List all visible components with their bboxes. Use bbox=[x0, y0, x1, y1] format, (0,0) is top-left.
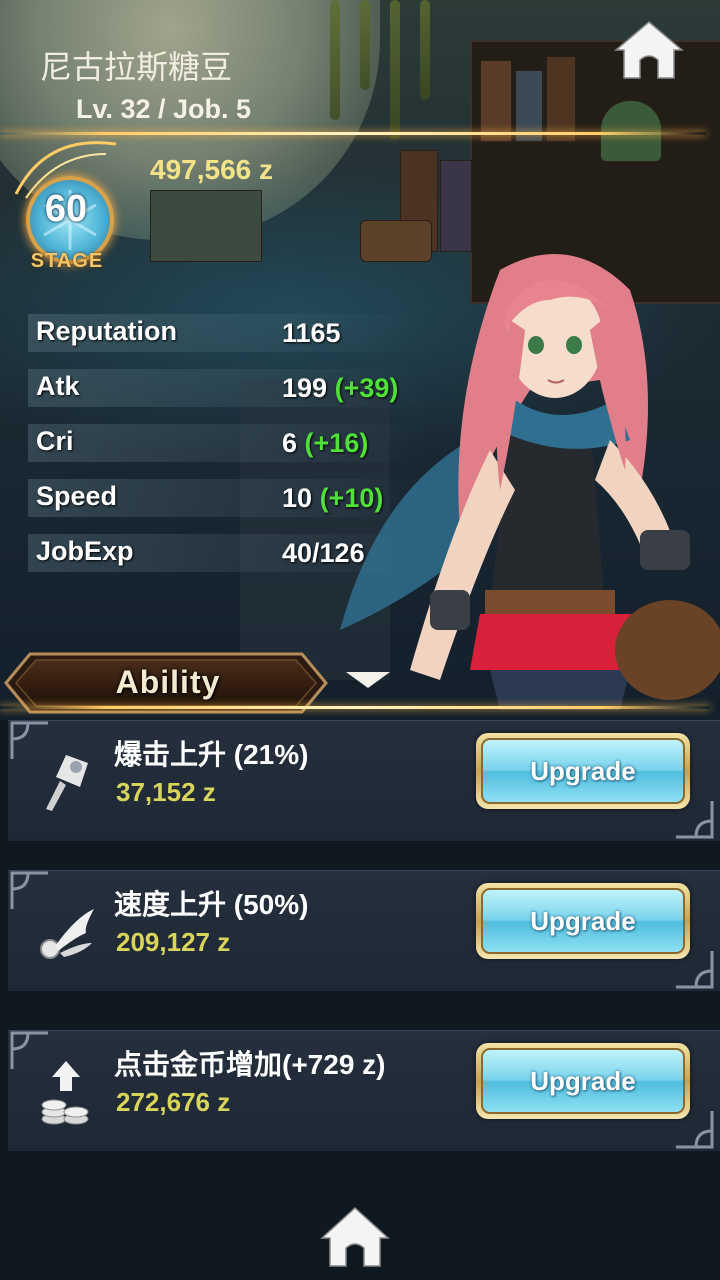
ability-card-coin: 点击金币增加(+729 z) 272,676 z Upgrade bbox=[8, 1030, 720, 1151]
stat-value: 6 bbox=[282, 428, 298, 458]
coin-stack-icon bbox=[41, 1061, 89, 1125]
upgrade-button-label: Upgrade bbox=[481, 1048, 685, 1114]
stat-row-speed: Speed 10 (+10) bbox=[28, 475, 448, 519]
player-zeny: 497,566 z bbox=[150, 154, 273, 185]
stat-bonus: (+39) bbox=[334, 373, 399, 403]
stat-row-jobexp: JobExp 40/126 bbox=[28, 530, 448, 574]
ability-list: 爆击上升 (21%) 37,152 z Upgrade 速度上升 (50%) 2… bbox=[0, 720, 720, 1280]
stat-label: Speed bbox=[36, 481, 118, 511]
stat-value: 10 bbox=[282, 483, 313, 513]
corner-ornament-icon bbox=[676, 951, 714, 989]
home-icon bbox=[320, 1206, 390, 1267]
stage-label: STAGE bbox=[30, 250, 104, 272]
upgrade-button-label: Upgrade bbox=[481, 888, 685, 954]
stat-row-reputation: Reputation 1165 bbox=[28, 310, 448, 354]
stat-label: Atk bbox=[36, 371, 80, 401]
stat-value: 199 bbox=[282, 373, 328, 403]
ability-card-critical: 爆击上升 (21%) 37,152 z Upgrade bbox=[8, 720, 720, 841]
speed-wing-icon bbox=[40, 909, 94, 959]
critical-icon bbox=[46, 755, 88, 811]
stat-bonus: (+16) bbox=[304, 428, 369, 458]
stat-row-cri: Cri 6 (+16) bbox=[28, 420, 448, 464]
stage-number: 60 bbox=[44, 188, 88, 230]
stat-value: 40/126 bbox=[282, 538, 365, 568]
tab-ability-label: Ability bbox=[115, 664, 221, 700]
dropdown-arrow-icon[interactable] bbox=[346, 672, 390, 688]
stat-label: Cri bbox=[36, 426, 74, 456]
ability-card-speed: 速度上升 (50%) 209,127 z Upgrade bbox=[8, 870, 720, 991]
ability-cost: 209,127 z bbox=[116, 927, 231, 957]
ability-divider bbox=[0, 706, 710, 709]
home-button[interactable] bbox=[612, 18, 686, 82]
player-level-job: Lv. 32 / Job. 5 bbox=[76, 94, 252, 124]
ability-cost: 272,676 z bbox=[116, 1087, 231, 1117]
player-name: 尼古拉斯糖豆 bbox=[40, 49, 233, 85]
stat-label: JobExp bbox=[36, 536, 134, 566]
ability-cost: 37,152 z bbox=[116, 777, 216, 807]
ability-title: 速度上升 (50%) bbox=[114, 889, 309, 920]
upgrade-button-label: Upgrade bbox=[481, 738, 685, 804]
stat-label: Reputation bbox=[36, 316, 177, 346]
stat-row-atk: Atk 199 (+39) bbox=[28, 365, 448, 409]
corner-ornament-icon bbox=[676, 1111, 714, 1149]
ability-title: 点击金币增加(+729 z) bbox=[114, 1049, 386, 1080]
stage-badge: 60 STAGE bbox=[14, 141, 117, 278]
home-button-bottom[interactable] bbox=[318, 1204, 392, 1270]
ability-title: 爆击上升 (21%) bbox=[114, 739, 309, 770]
home-icon bbox=[613, 21, 685, 79]
stat-value: 1165 bbox=[282, 318, 341, 348]
stat-bonus: (+10) bbox=[319, 483, 384, 513]
corner-ornament-icon bbox=[676, 801, 714, 839]
